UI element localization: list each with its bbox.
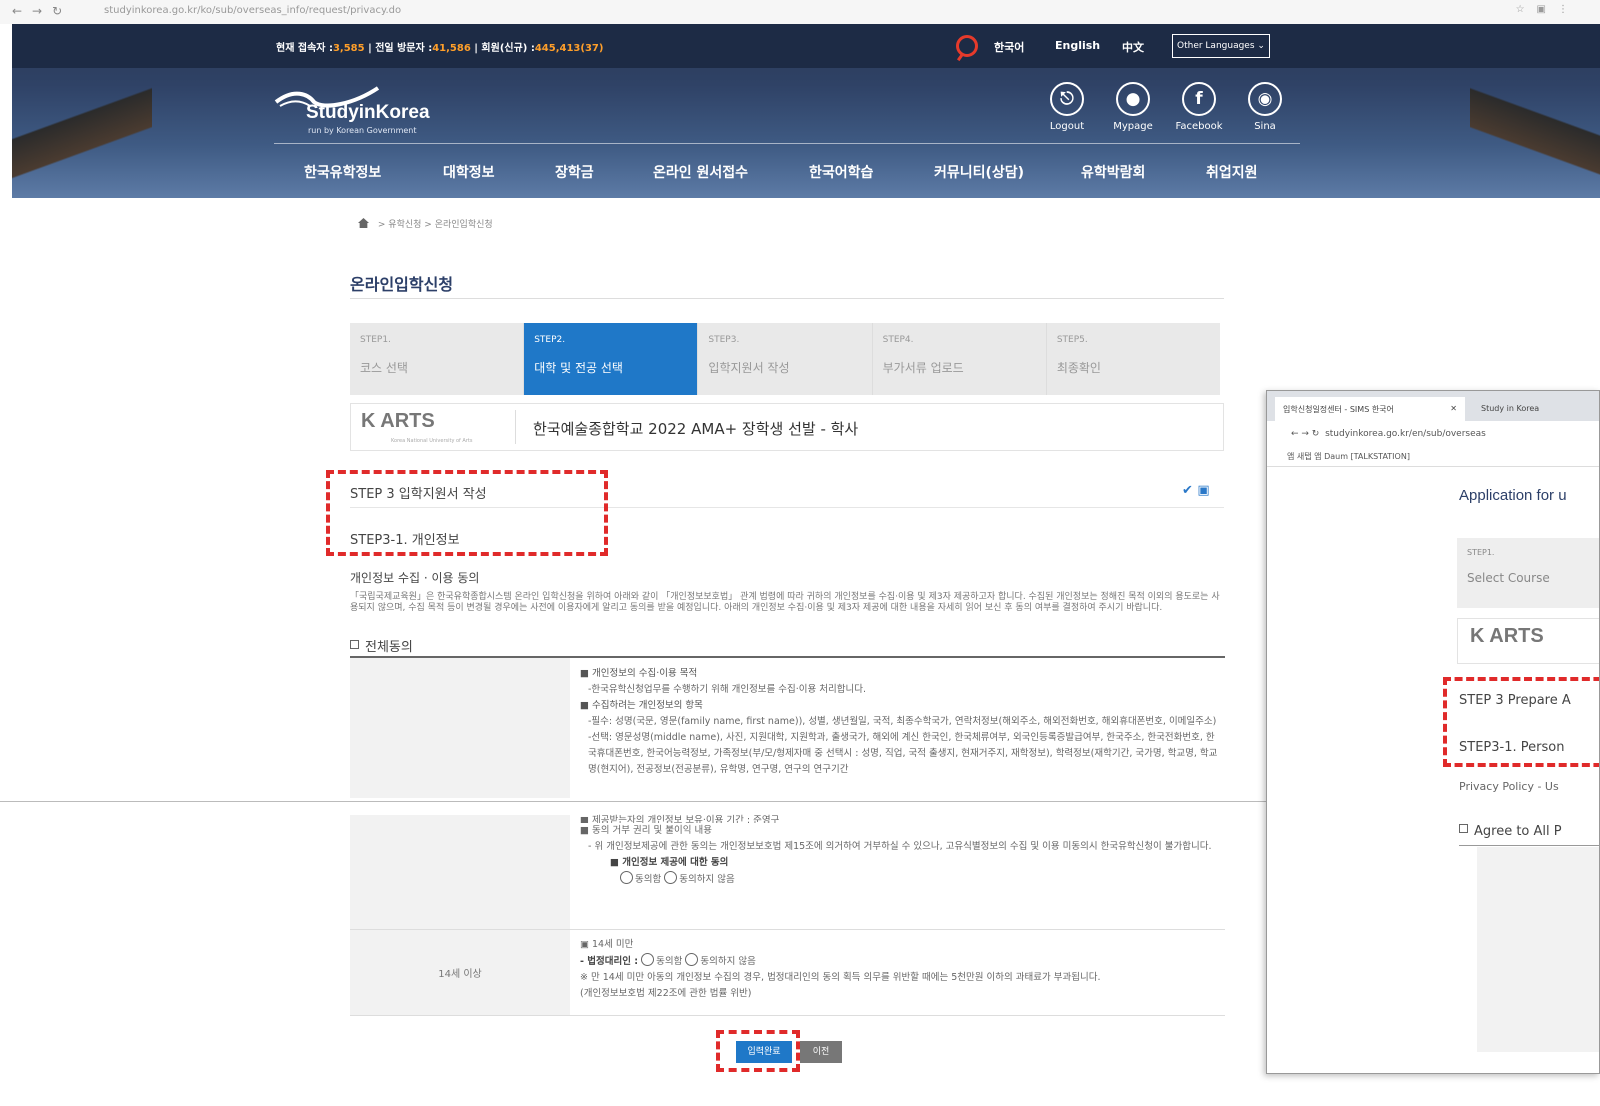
lang-chinese[interactable]: 中文 [1122,39,1144,55]
inset-karts-logo: K ARTS [1457,618,1599,664]
agree-all-checkbox[interactable]: 전체동의 [350,636,413,655]
inset-title: Application for u [1459,487,1567,504]
inset-highlight-box [1443,677,1599,767]
tab-sims[interactable]: 입학신청일정센터 - SIMS 한국어 ✕ [1275,397,1465,421]
step-4[interactable]: STEP4. 부가서류 업로드 [873,323,1047,395]
other-languages-select[interactable]: Other Languages ⌄ [1172,34,1270,58]
title-divider [350,298,1224,299]
checkbox-icon[interactable] [350,640,359,649]
breadcrumb-item[interactable]: 유학신청 [388,220,421,230]
logo-subtitle: run by Korean Government [308,126,417,135]
previous-button[interactable]: 이전 [800,1041,842,1063]
menu-scholarship[interactable]: 장학금 [555,162,594,182]
browser-address-bar: ←→↻ studyinkorea.go.kr/ko/sub/overseas_i… [0,0,1600,24]
age-14-label: 14세 이상 [438,969,482,980]
inset-agree-all[interactable]: Agree to All P [1459,824,1562,839]
consent-disagree-radio[interactable]: 동의하지 않음 [664,871,735,885]
under14-content: ▣ 14세 미만 - 법정대리인 : 동의함 동의하지 않음 ※ 만 14세 미… [580,939,1101,999]
consent-content: ■ 제공받는자의 개인정보 보유·이용 기간 : 준영구 ■ 동의 거부 권리 … [580,815,1212,885]
logout-button[interactable]: ⎋ Logout [1042,82,1092,132]
visitor-stats: 현재 접속자 :3,585 | 전일 방문자 :41,586 | 회원(신규) … [276,43,604,54]
sina-button[interactable]: ◉ Sina [1240,82,1290,132]
table-row-divider [350,929,1225,930]
step-2[interactable]: STEP2. 대학 및 전공 선택 [524,323,699,395]
breadcrumb: > 유학신청 > 온라인입학신청 [358,217,493,230]
mypage-button[interactable]: ● Mypage [1108,82,1158,132]
school-info: K ARTS Korea National University of Arts… [350,403,1224,451]
site-header: 현재 접속자 :3,585 | 전일 방문자 :41,586 | 회원(신규) … [12,24,1600,198]
roof-decoration-right [1470,64,1600,198]
step-progress: STEP1. 코스 선택 STEP2. 대학 및 전공 선택 STEP3. 입학지원서… [350,323,1220,395]
close-icon[interactable]: ✕ [1450,404,1457,413]
menu-employment[interactable]: 취업지원 [1206,162,1258,182]
search-icon[interactable] [956,35,978,57]
inset-step-1[interactable]: STEP1. Select Course [1457,538,1599,608]
roof-decoration-left [12,64,152,198]
privacy-table-bottom: 14세 이상 ■ 제공받는자의 개인정보 보유·이용 기간 : 준영구 ■ 동의… [350,815,1225,1016]
menu-study-fair[interactable]: 유학박람회 [1081,162,1145,182]
logout-icon: ⎋ [1050,82,1084,116]
menu-university-info[interactable]: 대학정보 [443,162,495,182]
consent-agree-radio[interactable]: 동의함 [620,871,661,885]
checkbox-icon[interactable] [1459,824,1468,833]
table-label-cell [350,815,570,1015]
guardian-agree-radio[interactable]: 동의함 [641,953,682,967]
step-5[interactable]: STEP5. 최종확인 [1047,323,1220,395]
home-icon[interactable] [358,218,369,228]
user-icon: ● [1116,82,1150,116]
privacy-description: 「국립국제교육원」은 한국유학종합시스템 온라인 입학신청을 위하여 아래와 같… [350,592,1220,613]
browser-nav-icons[interactable]: ←→↻ [12,4,72,18]
english-browser-window: 입학신청일정센터 - SIMS 한국어 ✕ Study in Korea ← →… [1266,390,1600,1074]
inset-table-cell [1477,847,1599,1052]
table-content-cell: ■ 개인정보의 수집·이용 목적 -한국유학신청업무를 수행하기 위해 개인정보… [580,668,1218,775]
tab-study-in-korea[interactable]: Study in Korea [1481,404,1539,413]
address-url[interactable]: studyinkorea.go.kr/ko/sub/overseas_info/… [104,5,401,16]
privacy-table-top: ■ 개인정보의 수집·이용 목적 -한국유학신청업무를 수행하기 위해 개인정보… [350,658,1225,798]
logo-name: StudyinKorea [306,102,430,123]
breadcrumb-item[interactable]: 온라인입학신청 [435,220,493,230]
step3-tool-icons[interactable]: ✔ ▣ [1182,483,1210,498]
facebook-icon: f [1182,82,1216,116]
table-label-cell [350,658,570,798]
header-divider [274,143,1300,144]
bookmarks-bar[interactable]: 앱 새탭 앱 Daum [TALKSTATION] [1267,447,1599,467]
screenshot-splice-line [0,801,1268,802]
sina-icon: ◉ [1248,82,1282,116]
inset-url-bar[interactable]: ← → ↻ studyinkorea.go.kr/en/sub/overseas [1267,421,1599,447]
nav-arrows-icon[interactable]: ← → ↻ [1291,429,1319,439]
menu-korean-learning[interactable]: 한국어학습 [809,162,873,182]
lang-korean[interactable]: 한국어 [994,39,1024,55]
inset-privacy-title: Privacy Policy - Us [1459,780,1559,793]
menu-study-info[interactable]: 한국유학정보 [304,162,381,182]
facebook-button[interactable]: f Facebook [1174,82,1224,132]
top-bar: 현재 접속자 :3,585 | 전일 방문자 :41,586 | 회원(신규) … [12,24,1600,68]
school-program-name: 한국예술종합학교 2022 AMA+ 장학생 선발 - 학사 [533,420,859,438]
highlight-box-step3 [326,470,608,556]
step-3[interactable]: STEP3. 입학지원서 작성 [698,323,873,395]
studyinkorea-logo[interactable]: StudyinKorea run by Korean Government [274,80,444,140]
menu-online-application[interactable]: 온라인 원서접수 [653,162,748,182]
lang-english[interactable]: English [1055,39,1100,52]
menu-community[interactable]: 커뮤니티(상담) [934,162,1024,182]
browser-toolbar-icons[interactable]: ☆▣⋮ [1516,4,1580,15]
tab-bar: 입학신청일정센터 - SIMS 한국어 ✕ Study in Korea [1267,391,1599,421]
privacy-title: 개인정보 수집 · 이용 동의 [350,571,480,585]
highlight-box-submit [716,1030,800,1072]
karts-logo: K ARTS Korea National University of Arts [361,410,516,444]
chevron-down-icon: ⌄ [1257,41,1265,51]
page-title: 온라인입학신청 [350,275,454,294]
guardian-disagree-radio[interactable]: 동의하지 않음 [685,953,756,967]
inset-divider [1459,845,1599,846]
step-1[interactable]: STEP1. 코스 선택 [350,323,525,395]
